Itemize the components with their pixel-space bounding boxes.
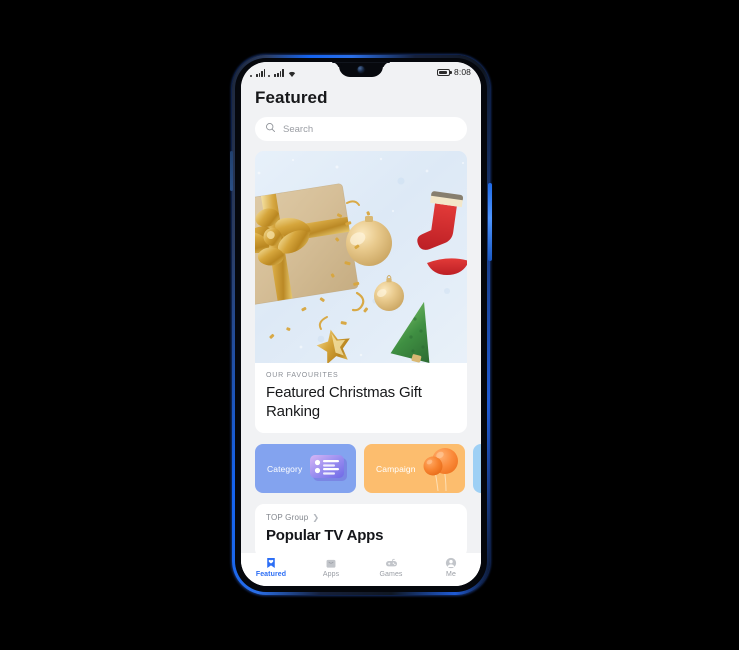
screenshot-canvas: 8:08 Featured Search OUR FAVOURITES Feat… — [0, 0, 739, 650]
featured-card-kicker: OUR FAVOURITES — [266, 372, 339, 379]
tile-category[interactable]: Category — [255, 444, 356, 494]
top-group-card[interactable]: TOP Group ❯ Popular TV Apps — [255, 504, 467, 559]
top-group-header[interactable]: TOP Group ❯ — [266, 513, 456, 522]
shortcut-tiles: Category Campaign — [255, 444, 481, 494]
search-input[interactable]: Search — [255, 117, 467, 141]
tile-category-label: Category — [267, 463, 303, 474]
power-button[interactable] — [488, 183, 492, 261]
signal-bars-icon-2 — [274, 69, 284, 77]
search-placeholder: Search — [283, 123, 314, 135]
waterdrop-notch — [339, 62, 383, 77]
tab-featured-label: Featured — [255, 571, 287, 578]
tab-me-label: Me — [446, 571, 456, 578]
tab-apps-label: Apps — [322, 571, 340, 578]
shopping-bag-icon — [324, 556, 338, 569]
top-group-label: TOP Group — [266, 513, 309, 523]
featured-card-headline: Featured Christmas Gift Ranking — [266, 384, 422, 421]
wifi-icon — [287, 69, 296, 77]
signal-bars-icon — [256, 69, 266, 77]
tile-campaign-label: Campaign — [376, 463, 416, 474]
phone-screen: 8:08 Featured Search OUR FAVOURITES Feat… — [241, 62, 481, 586]
tab-games-label: Games — [379, 571, 403, 578]
battery-icon — [437, 68, 452, 76]
person-icon — [444, 556, 458, 569]
gamepad-icon — [384, 556, 398, 569]
tab-apps[interactable]: Apps — [301, 556, 361, 578]
bottom-navigation: Featured Apps Games Me — [241, 553, 481, 586]
top-group-title: Popular TV Apps — [266, 527, 384, 545]
bookmark-heart-icon — [264, 556, 278, 569]
list-card-icon — [302, 444, 354, 493]
balloons-icon — [411, 444, 463, 493]
signal-dot-icon-2 — [268, 74, 271, 77]
search-icon — [265, 120, 276, 138]
chevron-right-icon: ❯ — [312, 512, 320, 522]
christmas-flatlay-illustration — [255, 151, 467, 363]
earpiece-speaker — [332, 62, 390, 63]
hero-image — [255, 151, 467, 363]
page-title: Featured — [255, 88, 328, 107]
featured-card-body: OUR FAVOURITES Featured Christmas Gift R… — [255, 363, 467, 433]
tab-games[interactable]: Games — [361, 556, 421, 578]
app-content: Featured Search OUR FAVOURITES Featured … — [241, 82, 481, 586]
tile-campaign[interactable]: Campaign — [364, 444, 465, 494]
front-camera-icon — [357, 66, 365, 73]
tab-me[interactable]: Me — [421, 556, 481, 578]
status-bar-left — [250, 68, 296, 77]
featured-card[interactable]: OUR FAVOURITES Featured Christmas Gift R… — [255, 151, 467, 434]
tab-featured[interactable]: Featured — [241, 556, 301, 578]
volume-button[interactable] — [230, 151, 233, 191]
tile-next-peek[interactable] — [473, 444, 481, 494]
status-bar-right: 8:08 — [437, 67, 471, 77]
status-bar-clock: 8:08 — [454, 67, 471, 77]
signal-dot-icon — [250, 74, 252, 77]
